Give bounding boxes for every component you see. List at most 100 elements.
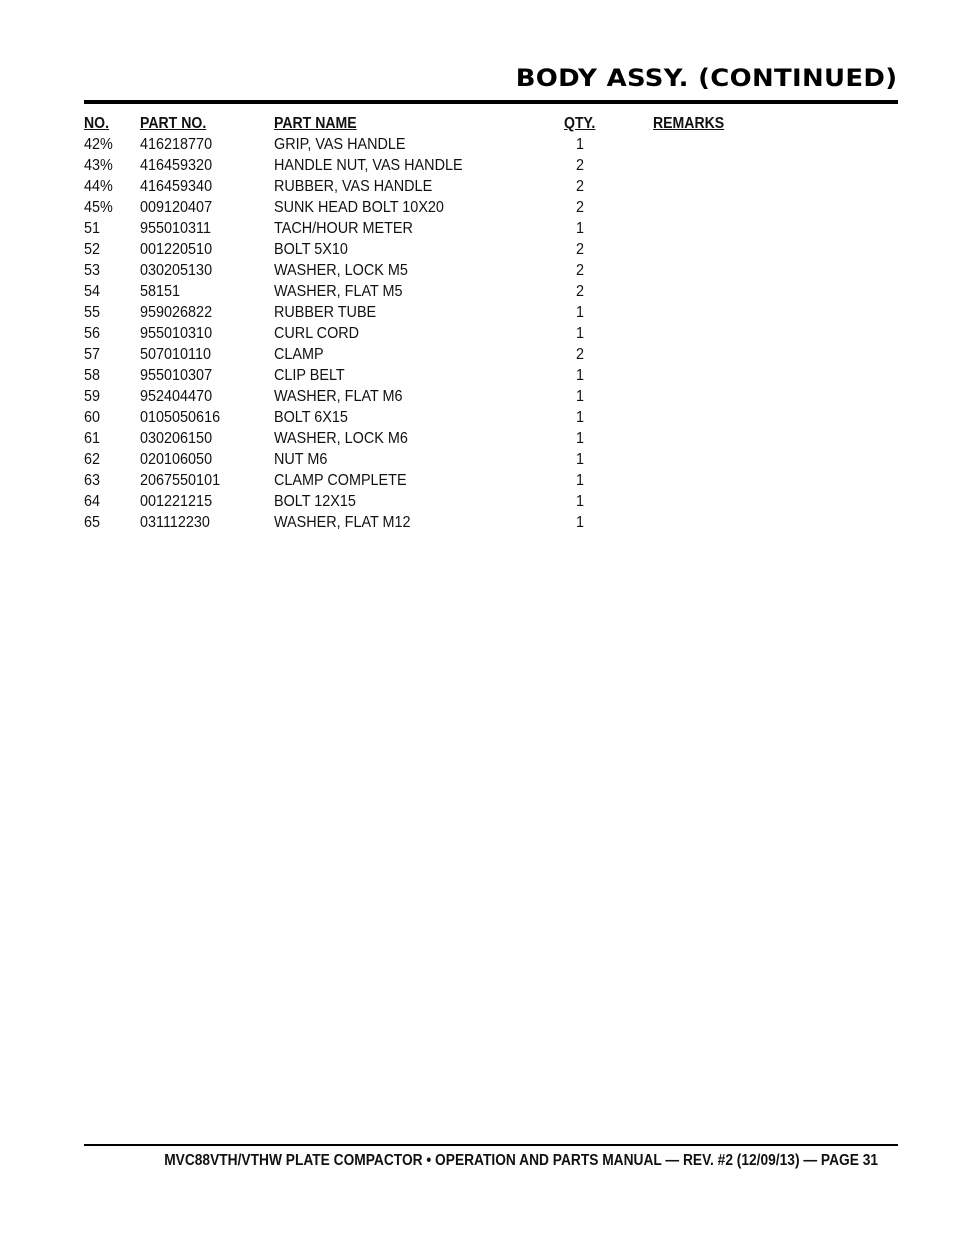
part-number: 030206150 (140, 430, 213, 447)
part-name: WASHER, FLAT M6 (274, 388, 403, 405)
part-name: RUBBER, VAS HANDLE (274, 178, 433, 195)
table-row: 65 031112230 WASHER, FLAT M12 1 (84, 512, 784, 533)
quantity: 1 (576, 220, 585, 237)
quantity: 1 (576, 367, 585, 384)
part-number: 955010311 (140, 220, 212, 237)
table-row: 56 955010310 CURL CORD 1 (84, 323, 784, 344)
item-number: 52 (84, 241, 101, 258)
column-header-qty: QTY. (564, 115, 596, 132)
table-row: 63 2067550101 CLAMP COMPLETE 1 (84, 470, 784, 491)
table-row: 62 020106050 NUT M6 1 (84, 449, 784, 470)
table-header-row: NO. PART NO. PART NAME QTY. REMARKS (84, 113, 784, 134)
quantity: 1 (576, 325, 585, 342)
table-row: 55 959026822 RUBBER TUBE 1 (84, 302, 784, 323)
quantity: 1 (576, 493, 585, 510)
part-name: CLIP BELT (274, 367, 345, 384)
part-number: 955010310 (140, 325, 213, 342)
table-row: 51 955010311 TACH/HOUR METER 1 (84, 218, 784, 239)
parts-table: NO. PART NO. PART NAME QTY. REMARKS 42% 4… (84, 113, 784, 533)
part-number: 955010307 (140, 367, 213, 384)
item-number: 60 (84, 409, 101, 426)
part-number: 2067550101 (140, 472, 221, 489)
title-divider (84, 100, 898, 104)
table-row: 42% 416218770 GRIP, VAS HANDLE 1 (84, 134, 784, 155)
part-name: SUNK HEAD BOLT 10X20 (274, 199, 444, 216)
column-header-part-name: PART NAME (274, 115, 357, 132)
quantity: 1 (576, 388, 585, 405)
item-number: 64 (84, 493, 101, 510)
part-number: 416459320 (140, 157, 213, 174)
part-number: 031112230 (140, 514, 210, 531)
table-body: 42% 416218770 GRIP, VAS HANDLE 1 43% 41645932… (84, 134, 784, 533)
item-number: 61 (84, 430, 101, 447)
quantity: 2 (576, 178, 585, 195)
part-number: 030205130 (140, 262, 213, 279)
table-row: 54 58151 WASHER, FLAT M5 2 (84, 281, 784, 302)
table-row: 57 507010110 CLAMP 2 (84, 344, 784, 365)
part-name: CLAMP (274, 346, 324, 363)
item-number: 56 (84, 325, 101, 342)
table-row: 43% 416459320 HANDLE NUT, VAS HANDLE 2 (84, 155, 784, 176)
part-number: 952404470 (140, 388, 213, 405)
part-number: 507010110 (140, 346, 212, 363)
quantity: 1 (576, 451, 585, 468)
column-header-no: NO. (84, 115, 110, 132)
item-number: 59 (84, 388, 101, 405)
part-name: TACH/HOUR METER (274, 220, 413, 237)
item-number: 65 (84, 514, 101, 531)
quantity: 1 (576, 409, 585, 426)
part-name: CURL CORD (274, 325, 360, 342)
column-header-part-no: PART NO. (140, 115, 207, 132)
part-name: WASHER, LOCK M6 (274, 430, 408, 447)
quantity: 1 (576, 136, 585, 153)
quantity: 2 (576, 262, 585, 279)
quantity: 1 (576, 304, 585, 321)
part-number: 009120407 (140, 199, 213, 216)
part-number: 416459340 (140, 178, 213, 195)
footer-divider (84, 1144, 898, 1146)
table-row: 44% 416459340 RUBBER, VAS HANDLE 2 (84, 176, 784, 197)
item-number: 57 (84, 346, 101, 363)
table-row: 52 001220510 BOLT 5X10 2 (84, 239, 784, 260)
part-number: 0105050616 (140, 409, 221, 426)
item-number: 44% (84, 178, 113, 195)
item-number: 45% (84, 199, 113, 216)
part-name: RUBBER TUBE (274, 304, 377, 321)
part-name: NUT M6 (274, 451, 328, 468)
part-name: GRIP, VAS HANDLE (274, 136, 406, 153)
part-name: HANDLE NUT, VAS HANDLE (274, 157, 463, 174)
item-number: 53 (84, 262, 101, 279)
item-number: 62 (84, 451, 101, 468)
quantity: 1 (576, 514, 585, 531)
part-number: 959026822 (140, 304, 213, 321)
table-row: 45% 009120407 SUNK HEAD BOLT 10X20 2 (84, 197, 784, 218)
quantity: 2 (576, 241, 585, 258)
part-name: WASHER, FLAT M12 (274, 514, 411, 531)
part-name: BOLT 12X15 (274, 493, 356, 510)
item-number: 42% (84, 136, 113, 153)
table-row: 59 952404470 WASHER, FLAT M6 1 (84, 386, 784, 407)
part-number: 020106050 (140, 451, 213, 468)
quantity: 2 (576, 283, 585, 300)
part-name: WASHER, FLAT M5 (274, 283, 403, 300)
part-name: CLAMP COMPLETE (274, 472, 407, 489)
part-name: BOLT 6X15 (274, 409, 348, 426)
table-row: 64 001221215 BOLT 12X15 1 (84, 491, 784, 512)
column-header-remarks: REMARKS (653, 115, 725, 132)
quantity: 2 (576, 157, 585, 174)
part-name: BOLT 5X10 (274, 241, 348, 258)
item-number: 43% (84, 157, 113, 174)
page-footer: MVC88VTH/VTHW PLATE COMPACTOR • OPERATIO… (164, 1152, 878, 1169)
item-number: 58 (84, 367, 101, 384)
page-title: BODY ASSY. (CONTINUED) (515, 64, 897, 92)
quantity: 2 (576, 346, 585, 363)
quantity: 2 (576, 199, 585, 216)
table-row: 60 0105050616 BOLT 6X15 1 (84, 407, 784, 428)
item-number: 51 (84, 220, 101, 237)
part-number: 416218770 (140, 136, 213, 153)
quantity: 1 (576, 472, 585, 489)
table-row: 61 030206150 WASHER, LOCK M6 1 (84, 428, 784, 449)
part-number: 001221215 (140, 493, 213, 510)
item-number: 55 (84, 304, 101, 321)
item-number: 54 (84, 283, 101, 300)
